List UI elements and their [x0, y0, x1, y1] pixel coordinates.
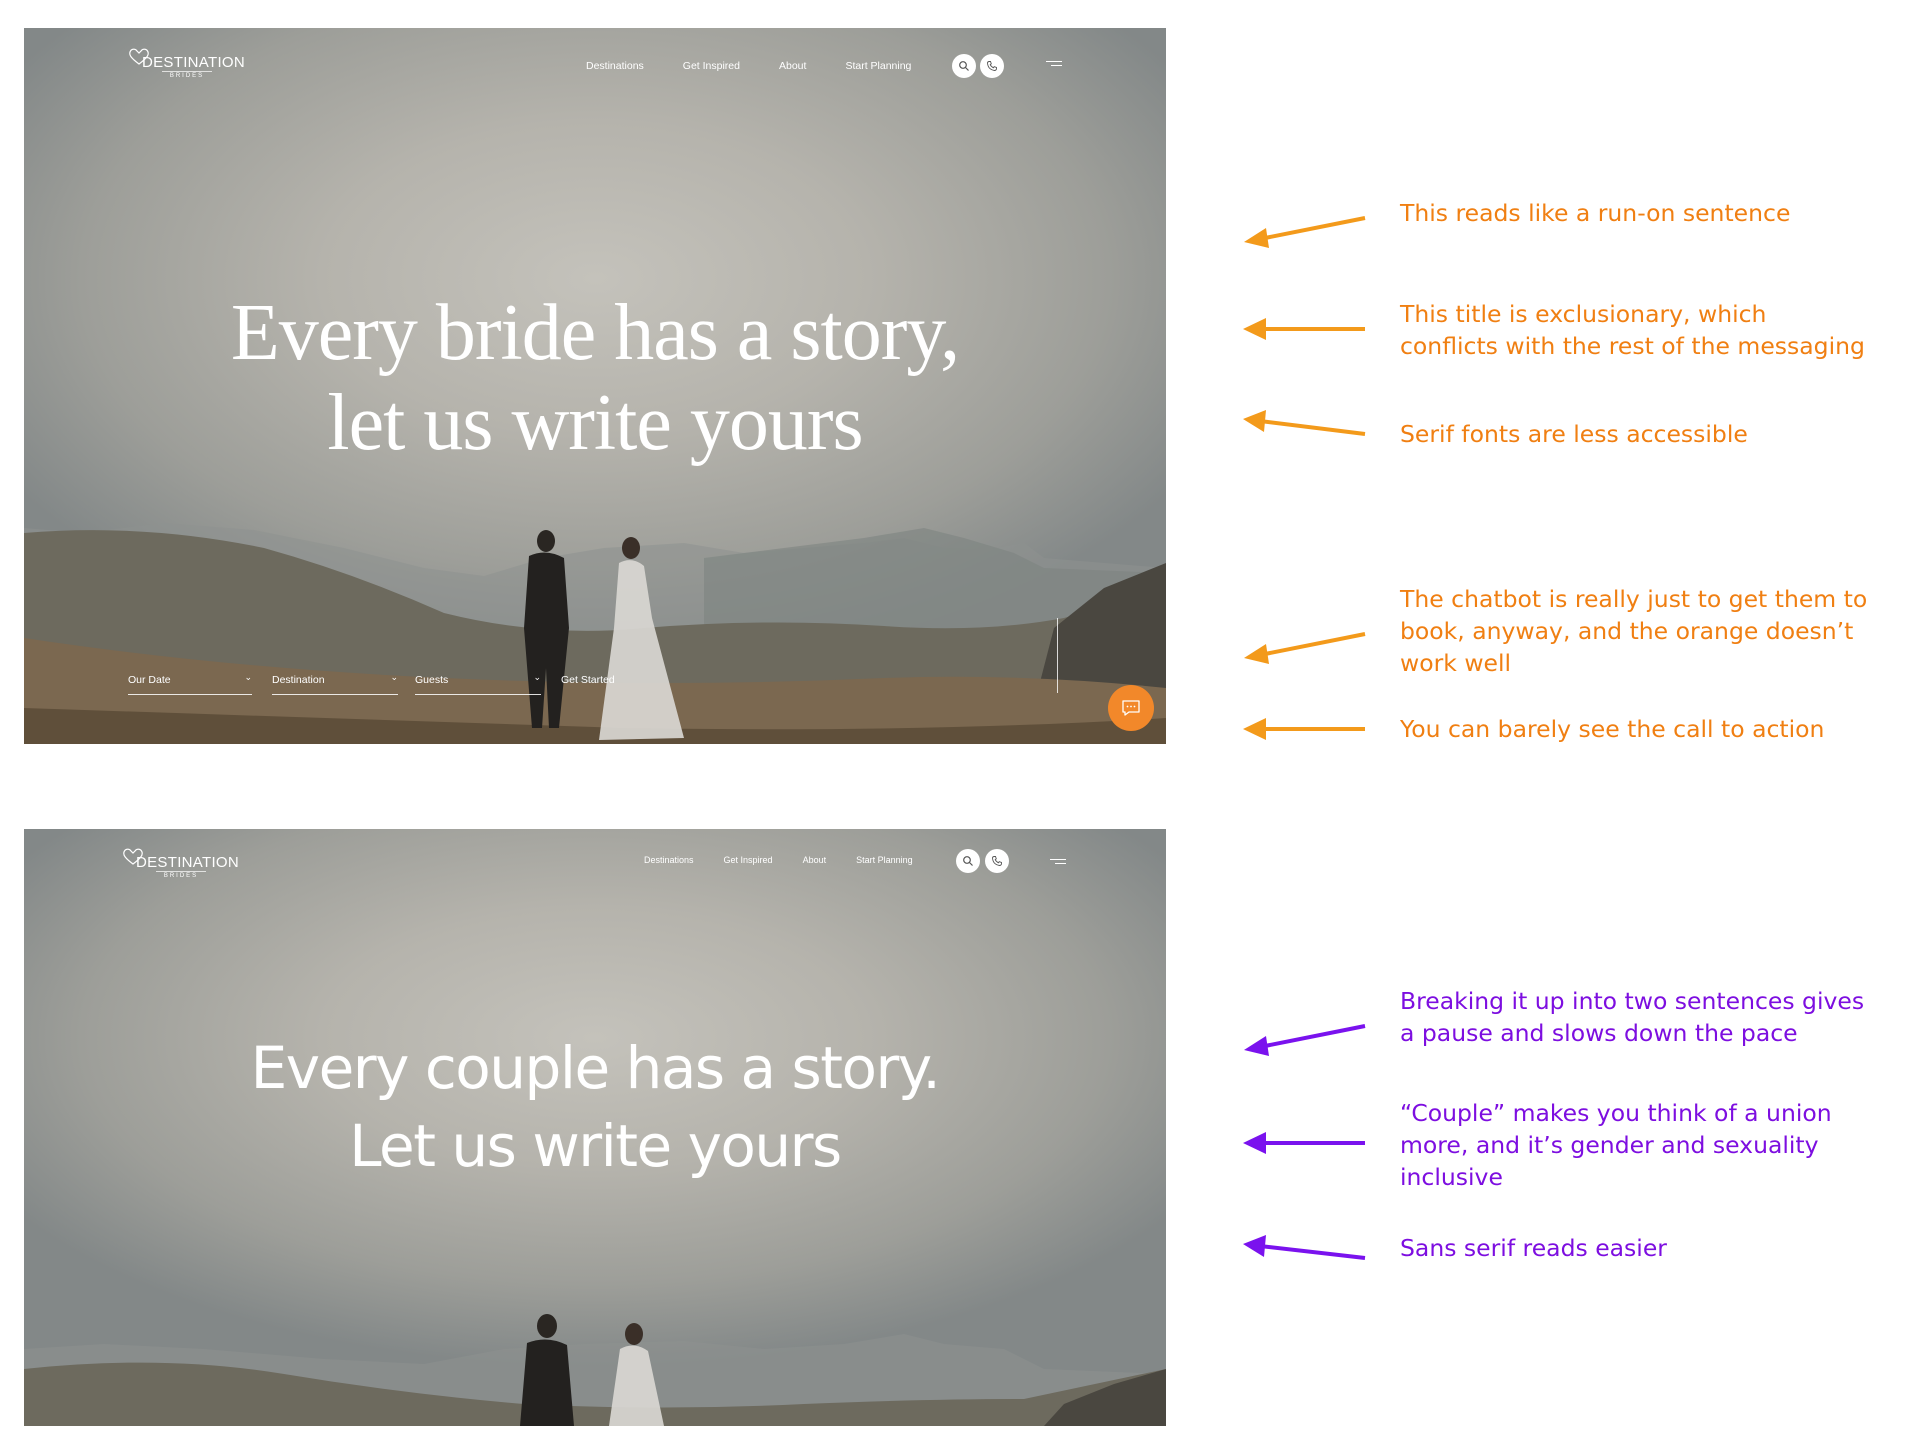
orange-arrow-5	[1243, 718, 1365, 740]
hero-line-1: Every couple has a story.	[250, 1034, 941, 1102]
annotation-sans-serif: Sans serif reads easier	[1400, 1234, 1667, 1262]
website-mockup-after: DESTINATION BRIDES Destinations Get Insp…	[24, 829, 1166, 1426]
purple-arrow-2	[1243, 1132, 1365, 1154]
orange-arrow-2	[1243, 318, 1365, 340]
hero-headline: Every bride has a story, let us write yo…	[24, 288, 1166, 468]
destination-label: Destination	[272, 674, 325, 686]
search-icon	[963, 856, 973, 866]
orange-arrow-4	[1244, 632, 1366, 664]
logo-brand-text: DESTINATION	[142, 54, 246, 71]
chevron-down-icon: ⌄	[244, 672, 252, 682]
phone-button[interactable]	[980, 54, 1004, 78]
orange-arrow-3	[1243, 410, 1366, 436]
main-nav: Destinations Get Inspired About Start Pl…	[586, 60, 911, 72]
logo-sub-text: BRIDES	[162, 71, 212, 79]
divider-line	[1057, 618, 1058, 693]
nav-get-inspired[interactable]: Get Inspired	[724, 855, 773, 865]
phone-icon	[987, 61, 997, 71]
website-mockup-before: DESTINATION BRIDES Destinations Get Insp…	[24, 28, 1166, 744]
logo-sub-text: BRIDES	[156, 871, 206, 879]
search-icon	[959, 61, 969, 71]
search-button[interactable]	[952, 54, 976, 78]
chevron-down-icon: ⌄	[533, 672, 541, 682]
nav-start-planning[interactable]: Start Planning	[856, 855, 913, 865]
main-nav: Destinations Get Inspired About Start Pl…	[644, 855, 913, 865]
nav-about[interactable]: About	[779, 60, 806, 72]
purple-arrow-1	[1244, 1024, 1366, 1056]
get-started-button[interactable]: Get Started	[561, 674, 615, 686]
annotation-two-sentences: Breaking it up into two sentences gives …	[1400, 987, 1865, 1047]
phone-icon	[992, 856, 1002, 866]
hamburger-menu-button[interactable]	[1048, 859, 1066, 869]
annotation-couple: “Couple” makes you think of a union more…	[1400, 1099, 1832, 1191]
our-date-field[interactable]: Our Date ⌄	[128, 672, 252, 695]
nav-start-planning[interactable]: Start Planning	[845, 60, 911, 72]
annotation-chatbot: The chatbot is really just to get them t…	[1400, 585, 1868, 677]
annotation-run-on: This reads like a run-on sentence	[1400, 199, 1791, 227]
guests-label: Guests	[415, 674, 449, 686]
chat-icon	[1122, 700, 1140, 716]
nav-destinations[interactable]: Destinations	[586, 60, 644, 72]
destination-field[interactable]: Destination ⌄	[272, 672, 398, 695]
purple-arrow-3	[1243, 1235, 1366, 1260]
annotation-cta: You can barely see the call to action	[1400, 715, 1825, 743]
chevron-down-icon: ⌄	[390, 672, 398, 682]
hero-line-2: Let us write yours	[349, 1112, 842, 1180]
hero-line-2: let us write yours	[327, 379, 863, 467]
hero-headline: Every couple has a story. Let us write y…	[24, 1029, 1166, 1185]
nav-destinations[interactable]: Destinations	[644, 855, 694, 865]
hamburger-menu-button[interactable]	[1044, 61, 1062, 71]
our-date-label: Our Date	[128, 674, 171, 686]
logo-brand-text: DESTINATION	[136, 854, 240, 871]
annotation-serif: Serif fonts are less accessible	[1400, 420, 1748, 448]
nav-about[interactable]: About	[803, 855, 827, 865]
guests-field[interactable]: Guests ⌄	[415, 672, 541, 695]
nav-get-inspired[interactable]: Get Inspired	[683, 60, 740, 72]
chatbot-button[interactable]	[1108, 685, 1154, 731]
hero-line-1: Every bride has a story,	[230, 289, 960, 377]
orange-arrow-1	[1244, 216, 1366, 248]
annotation-exclusionary: This title is exclusionary, which confli…	[1400, 300, 1865, 360]
search-button[interactable]	[956, 849, 980, 873]
phone-button[interactable]	[985, 849, 1009, 873]
